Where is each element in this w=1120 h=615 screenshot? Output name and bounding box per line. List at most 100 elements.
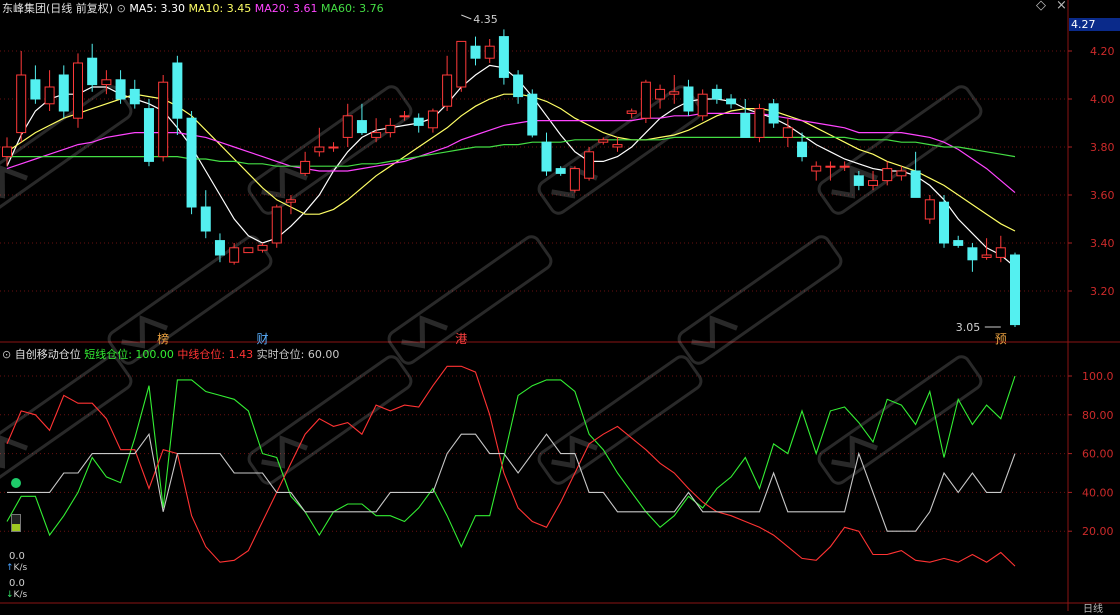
candle-body[interactable]: [456, 40, 467, 88]
candle-body[interactable]: [839, 165, 850, 168]
candle-body[interactable]: [598, 139, 609, 143]
candle-body[interactable]: [72, 62, 83, 119]
candle-body[interactable]: [655, 88, 666, 100]
settings-icon[interactable]: ⊙: [117, 2, 126, 15]
candle-body[interactable]: [498, 36, 509, 78]
y-tick-label: 3.80: [1090, 141, 1115, 154]
candle-body[interactable]: [811, 165, 822, 172]
event-marker[interactable]: 榜: [157, 331, 169, 346]
watermark-logo: [247, 355, 413, 485]
candle-body[interactable]: [115, 79, 126, 100]
candle-body[interactable]: [868, 180, 879, 186]
diamond-icon[interactable]: ◇: [1036, 0, 1046, 13]
candle-body[interactable]: [853, 175, 864, 186]
candle-body[interactable]: [356, 120, 367, 134]
candle-body[interactable]: [371, 132, 382, 138]
candle-body[interactable]: [385, 124, 396, 134]
candle-body[interactable]: [924, 199, 935, 220]
candle-body[interactable]: [697, 93, 708, 117]
status-dot-icon: [11, 478, 21, 488]
candle-body[interactable]: [882, 168, 893, 182]
candle-body[interactable]: [2, 146, 12, 158]
candle-body[interactable]: [300, 160, 311, 174]
candle-body[interactable]: [285, 199, 296, 203]
candle-body[interactable]: [612, 144, 623, 148]
candle-body[interactable]: [967, 247, 978, 261]
candle-body[interactable]: [87, 57, 98, 86]
candle-body[interactable]: [527, 93, 538, 136]
candle-body[interactable]: [229, 247, 240, 263]
candle-body[interactable]: [768, 103, 779, 124]
candle-body[interactable]: [584, 151, 595, 179]
low-annotation: 3.05: [956, 321, 981, 334]
candle-body[interactable]: [413, 117, 424, 126]
candle-body[interactable]: [44, 86, 55, 105]
candle-body[interactable]: [129, 88, 140, 105]
event-marker[interactable]: 港: [455, 332, 467, 346]
event-marker[interactable]: 财: [257, 332, 269, 346]
stock-chart[interactable]: 4.20 4.00 3.80 3.60 3.40 3.20 100.0 80.00 60.00 4…: [0, 0, 1120, 611]
candle-body[interactable]: [186, 117, 197, 208]
candle-body[interactable]: [328, 146, 339, 149]
candle-body[interactable]: [640, 81, 651, 119]
indicator-line: [6, 375, 1016, 549]
period-label: 日线: [1083, 604, 1103, 615]
watermark-badge: [247, 85, 413, 215]
candle-body[interactable]: [271, 206, 282, 244]
candle-body[interactable]: [243, 247, 254, 254]
candle-body[interactable]: [484, 45, 495, 59]
y-tick-label: 20.00: [1082, 525, 1114, 538]
candle-body[interactable]: [1010, 254, 1020, 326]
candle-body[interactable]: [754, 108, 765, 138]
candle-body[interactable]: [555, 168, 566, 174]
close-icon[interactable]: ×: [1056, 0, 1067, 13]
candle-body[interactable]: [101, 79, 112, 86]
short-position-label: 短线仓位: 100.00: [84, 348, 174, 361]
candle-body[interactable]: [726, 98, 737, 105]
watermark-badge: [817, 355, 983, 485]
candle-body[interactable]: [200, 206, 211, 232]
candle-body[interactable]: [16, 74, 27, 134]
candle-body[interactable]: [981, 254, 992, 258]
candle-body[interactable]: [711, 88, 722, 100]
candle-body[interactable]: [995, 247, 1006, 258]
watermark-wave-icon: [691, 315, 738, 349]
candle-body[interactable]: [513, 74, 524, 98]
candle-body[interactable]: [214, 240, 225, 256]
candle-body[interactable]: [896, 170, 907, 177]
indicator-line: [7, 432, 1016, 532]
candle-body[interactable]: [427, 110, 438, 129]
candle-body[interactable]: [782, 127, 793, 138]
candle-body[interactable]: [30, 79, 41, 100]
candle-body[interactable]: [953, 240, 964, 246]
candle-body[interactable]: [683, 86, 694, 112]
candle-body[interactable]: [442, 74, 453, 107]
candle-body[interactable]: [470, 45, 481, 59]
candle-body[interactable]: [939, 201, 950, 244]
candle-body[interactable]: [910, 170, 921, 198]
watermark-badge: [537, 355, 703, 485]
candle-body[interactable]: [541, 141, 552, 172]
mid-position-label: 中线仓位: 1.43: [177, 348, 254, 361]
candle-body[interactable]: [342, 115, 353, 138]
candle-body[interactable]: [569, 168, 580, 191]
candle-body[interactable]: [158, 81, 169, 158]
candle-body[interactable]: [143, 108, 154, 162]
candle-body[interactable]: [399, 115, 410, 118]
watermark-wave-icon: [551, 435, 598, 469]
candle-body[interactable]: [257, 244, 268, 251]
y-tick-label: 4.00: [1090, 93, 1115, 106]
candle-body[interactable]: [797, 141, 808, 158]
candle-body[interactable]: [172, 62, 183, 119]
event-markers[interactable]: 榜财港预: [157, 331, 1007, 346]
watermark-wave-icon: [401, 315, 448, 349]
candle-body[interactable]: [825, 165, 836, 168]
indicator-legend: ⊙ 自创移动仓位 短线仓位: 100.00 中线仓位: 1.43 实时仓位: 6…: [2, 346, 339, 362]
candle-body[interactable]: [58, 74, 69, 112]
event-marker[interactable]: 预: [995, 332, 1007, 346]
candle-body[interactable]: [626, 110, 637, 114]
candle-body[interactable]: [740, 112, 751, 138]
candle-body[interactable]: [669, 91, 680, 95]
settings-icon[interactable]: ⊙: [2, 348, 11, 361]
candle-body[interactable]: [314, 146, 325, 153]
